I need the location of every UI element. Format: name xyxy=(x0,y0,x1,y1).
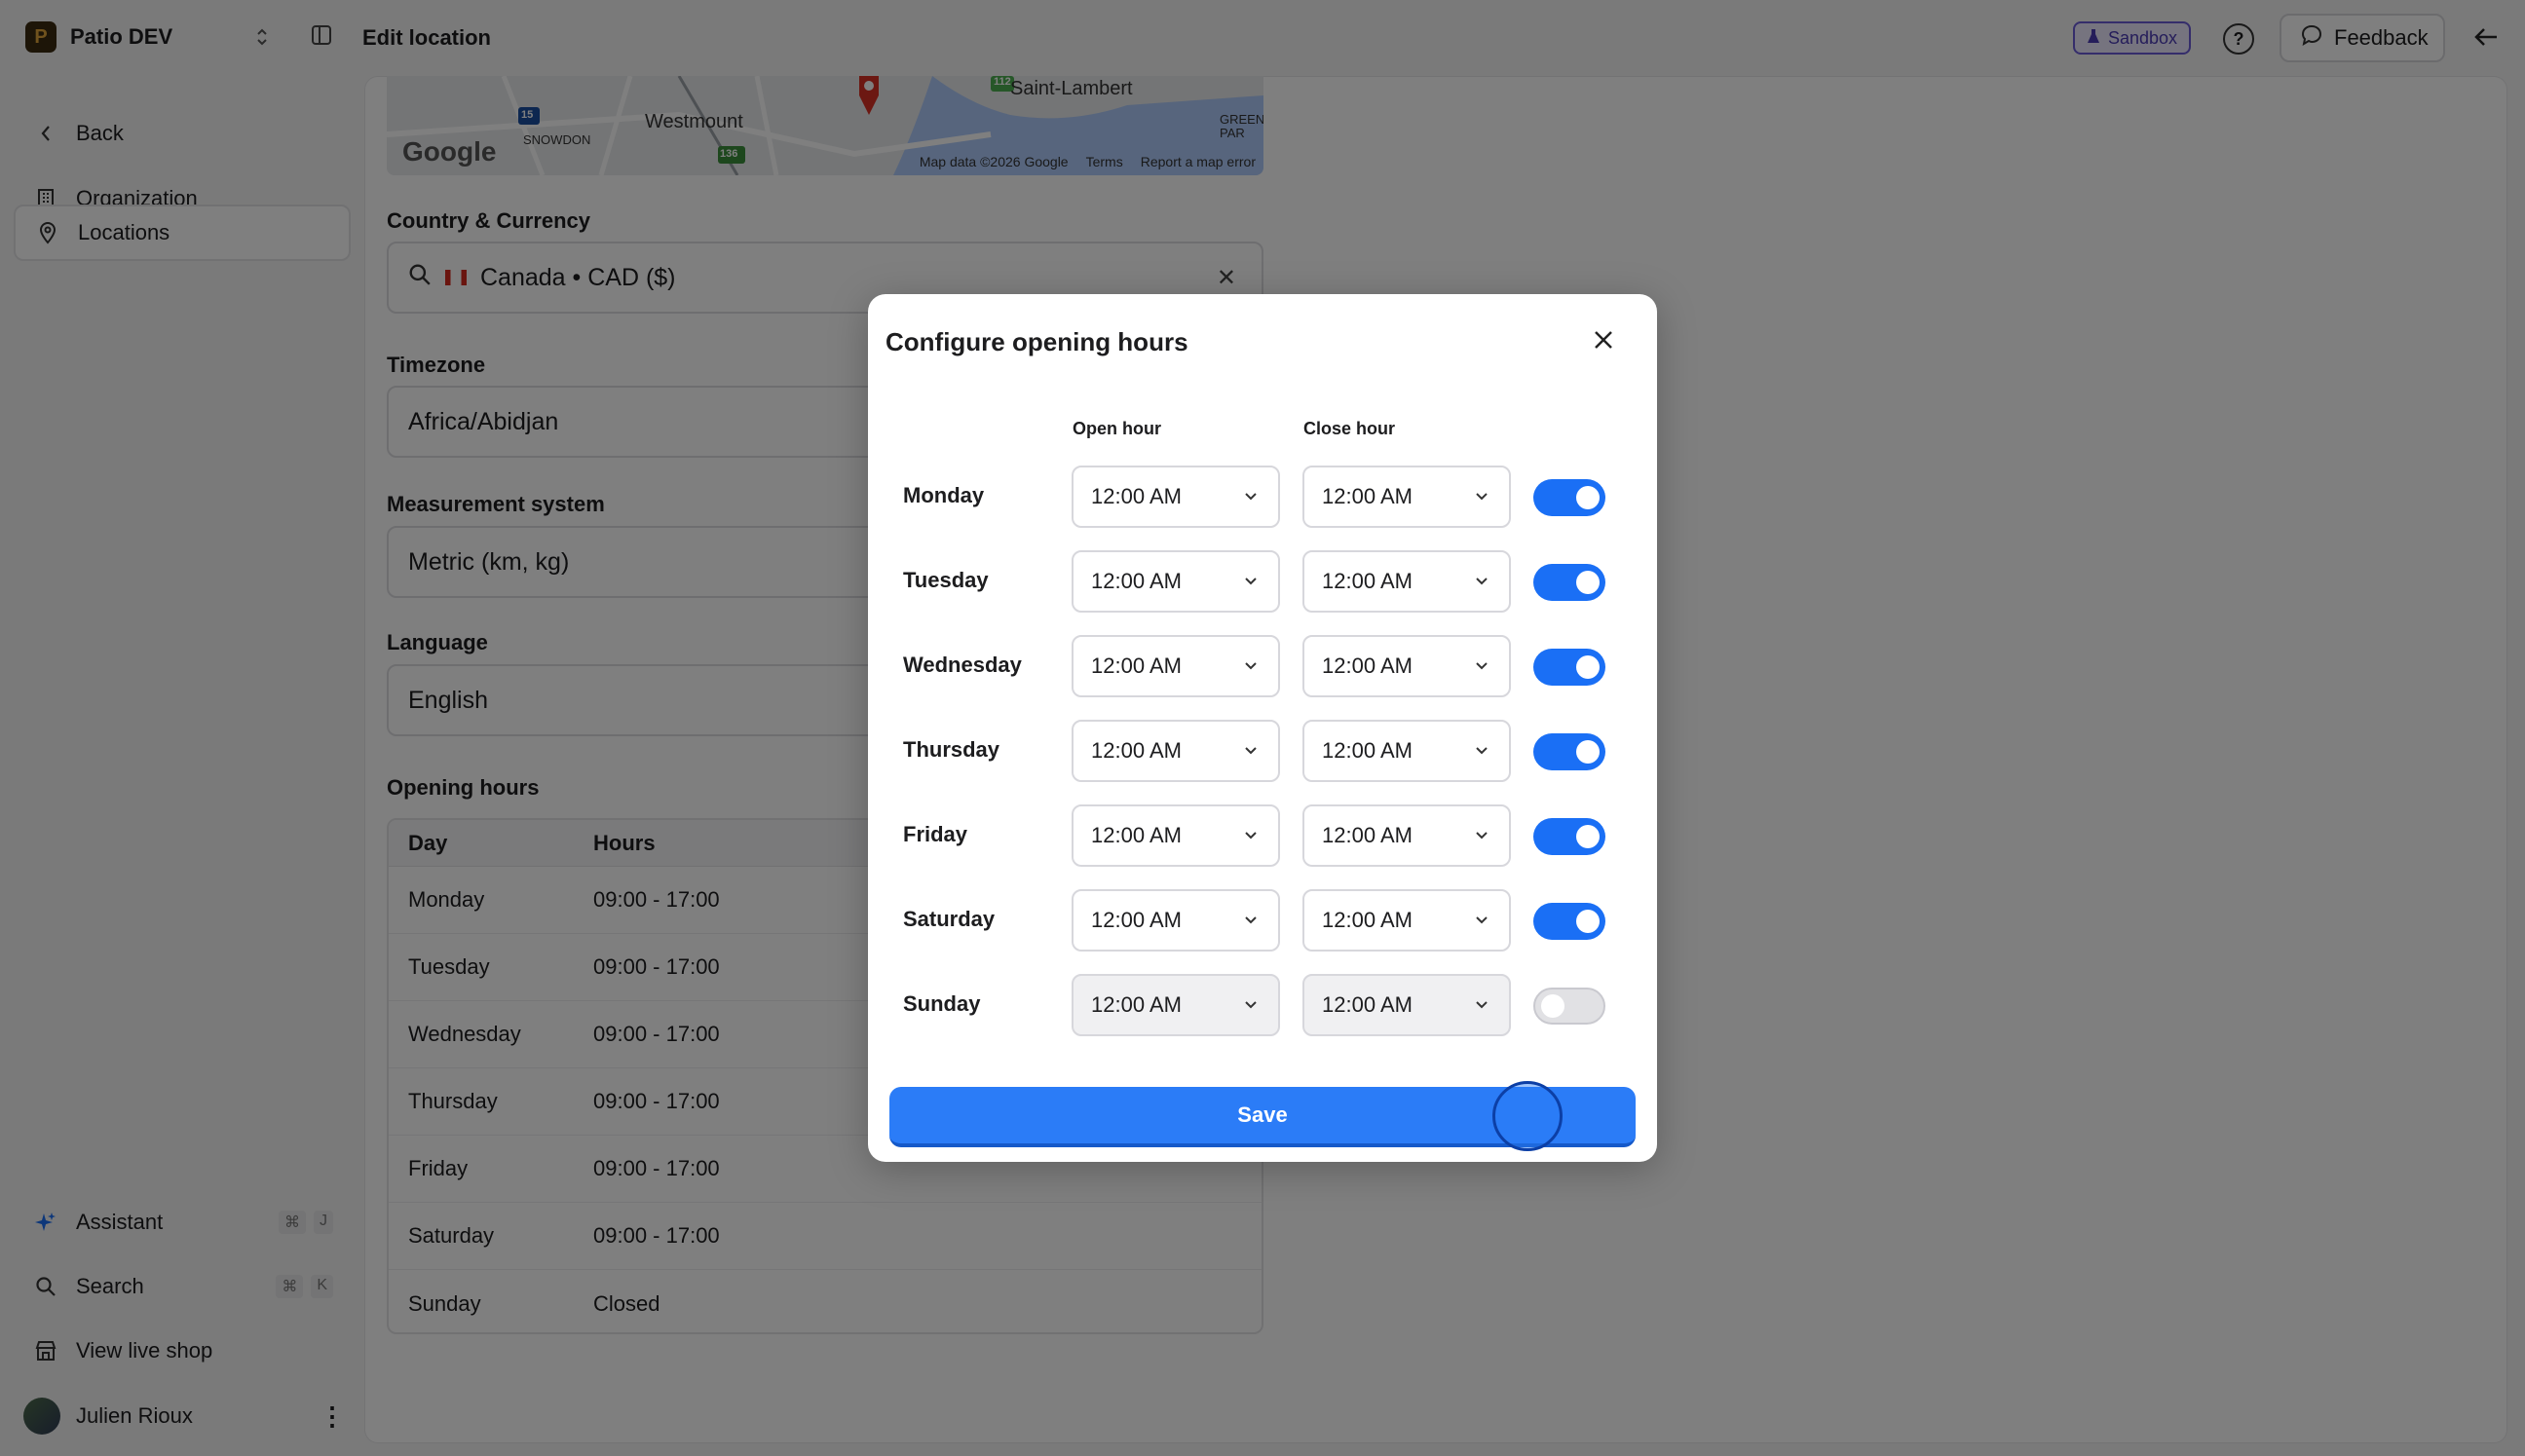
open-hour-select[interactable]: 12:00 AM xyxy=(1072,974,1280,1036)
day-label: Wednesday xyxy=(903,653,1022,677)
day-row-friday: Friday 12:00 AM 12:00 AM xyxy=(868,804,1657,867)
day-row-saturday: Saturday 12:00 AM 12:00 AM xyxy=(868,889,1657,952)
select-value: 12:00 AM xyxy=(1322,738,1413,763)
day-enabled-toggle[interactable] xyxy=(1533,564,1605,601)
day-row-sunday: Sunday 12:00 AM 12:00 AM xyxy=(868,974,1657,1036)
open-hour-select[interactable]: 12:00 AM xyxy=(1072,466,1280,528)
close-icon[interactable] xyxy=(1589,325,1618,355)
open-hour-header: Open hour xyxy=(1073,419,1161,438)
day-row-wednesday: Wednesday 12:00 AM 12:00 AM xyxy=(868,635,1657,697)
toggle-knob xyxy=(1576,740,1600,764)
chevron-down-icon xyxy=(1241,826,1278,845)
close-hour-select[interactable]: 12:00 AM xyxy=(1302,889,1511,952)
select-value: 12:00 AM xyxy=(1091,823,1182,847)
toggle-knob xyxy=(1541,994,1564,1018)
select-value: 12:00 AM xyxy=(1091,653,1182,678)
chevron-down-icon xyxy=(1472,911,1509,930)
select-value: 12:00 AM xyxy=(1091,992,1182,1017)
day-row-thursday: Thursday 12:00 AM 12:00 AM xyxy=(868,720,1657,782)
select-value: 12:00 AM xyxy=(1322,823,1413,847)
close-hour-select[interactable]: 12:00 AM xyxy=(1302,974,1511,1036)
chevron-down-icon xyxy=(1241,487,1278,506)
select-value: 12:00 AM xyxy=(1322,569,1413,593)
day-enabled-toggle[interactable] xyxy=(1533,649,1605,686)
close-hour-select[interactable]: 12:00 AM xyxy=(1302,635,1511,697)
opening-hours-dialog: Configure opening hours Open hour Close … xyxy=(868,294,1657,1162)
day-label: Monday xyxy=(903,483,985,507)
open-hour-select[interactable]: 12:00 AM xyxy=(1072,720,1280,782)
toggle-knob xyxy=(1576,486,1600,509)
day-enabled-toggle[interactable] xyxy=(1533,733,1605,770)
chevron-down-icon xyxy=(1472,741,1509,761)
day-enabled-toggle[interactable] xyxy=(1533,818,1605,855)
chevron-down-icon xyxy=(1241,911,1278,930)
dialog-title: Configure opening hours xyxy=(886,327,1188,356)
chevron-down-icon xyxy=(1472,995,1509,1015)
close-hour-select[interactable]: 12:00 AM xyxy=(1302,720,1511,782)
toggle-knob xyxy=(1576,655,1600,679)
select-value: 12:00 AM xyxy=(1091,569,1182,593)
day-label: Tuesday xyxy=(903,568,989,592)
cursor-indicator xyxy=(1492,1081,1563,1151)
open-hour-select[interactable]: 12:00 AM xyxy=(1072,550,1280,613)
chevron-down-icon xyxy=(1241,572,1278,591)
day-label: Friday xyxy=(903,822,968,846)
select-value: 12:00 AM xyxy=(1322,908,1413,932)
open-hour-select[interactable]: 12:00 AM xyxy=(1072,635,1280,697)
open-hour-select[interactable]: 12:00 AM xyxy=(1072,889,1280,952)
chevron-down-icon xyxy=(1472,572,1509,591)
toggle-knob xyxy=(1576,571,1600,594)
select-value: 12:00 AM xyxy=(1322,992,1413,1017)
day-enabled-toggle[interactable] xyxy=(1533,988,1605,1025)
chevron-down-icon xyxy=(1472,826,1509,845)
day-label: Sunday xyxy=(903,991,981,1016)
close-hour-select[interactable]: 12:00 AM xyxy=(1302,466,1511,528)
close-hour-select[interactable]: 12:00 AM xyxy=(1302,804,1511,867)
chevron-down-icon xyxy=(1472,656,1509,676)
select-value: 12:00 AM xyxy=(1322,484,1413,508)
select-value: 12:00 AM xyxy=(1091,908,1182,932)
toggle-knob xyxy=(1576,910,1600,933)
select-value: 12:00 AM xyxy=(1322,653,1413,678)
day-enabled-toggle[interactable] xyxy=(1533,479,1605,516)
select-value: 12:00 AM xyxy=(1091,738,1182,763)
close-hour-header: Close hour xyxy=(1303,419,1396,438)
day-row-tuesday: Tuesday 12:00 AM 12:00 AM xyxy=(868,550,1657,613)
chevron-down-icon xyxy=(1241,656,1278,676)
select-value: 12:00 AM xyxy=(1091,484,1182,508)
day-enabled-toggle[interactable] xyxy=(1533,903,1605,940)
open-hour-select[interactable]: 12:00 AM xyxy=(1072,804,1280,867)
day-label: Saturday xyxy=(903,907,996,931)
close-hour-select[interactable]: 12:00 AM xyxy=(1302,550,1511,613)
chevron-down-icon xyxy=(1472,487,1509,506)
chevron-down-icon xyxy=(1241,741,1278,761)
day-row-monday: Monday 12:00 AM 12:00 AM xyxy=(868,466,1657,528)
chevron-down-icon xyxy=(1241,995,1278,1015)
day-label: Thursday xyxy=(903,737,1000,762)
toggle-knob xyxy=(1576,825,1600,848)
